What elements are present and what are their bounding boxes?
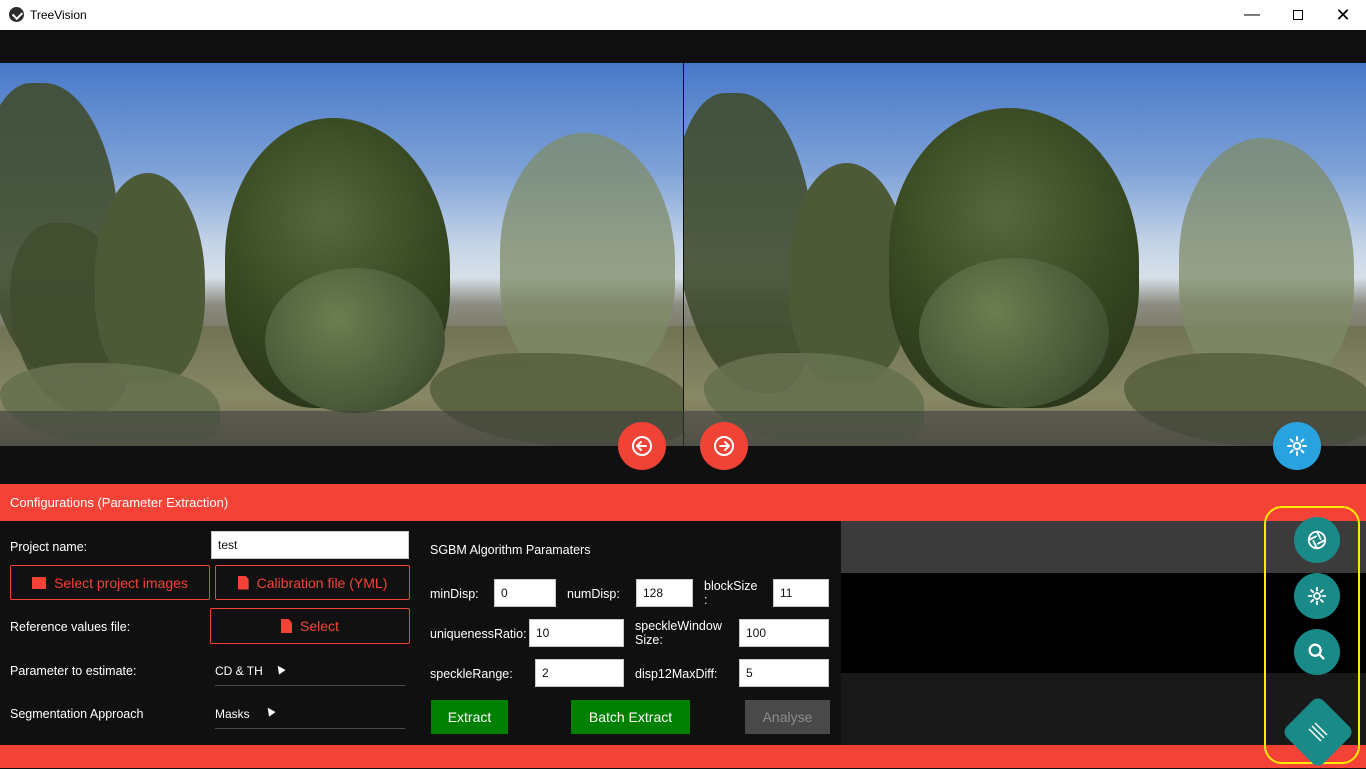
next-image-button[interactable] xyxy=(700,422,748,470)
uniqueness-ratio-input[interactable]: 10 xyxy=(529,619,624,647)
segmentation-approach-select[interactable]: Masks xyxy=(215,705,405,729)
reference-select-button[interactable]: Select xyxy=(210,608,410,644)
gear-icon xyxy=(1307,586,1327,606)
speckle-window-size-label: speckleWindow xyxy=(635,619,722,633)
search-icon xyxy=(1308,643,1325,660)
segmentation-approach-value: Masks xyxy=(215,707,250,721)
maximize-button[interactable] xyxy=(1275,0,1321,30)
window-title: TreeVision xyxy=(30,8,87,22)
viewer-settings-button[interactable] xyxy=(1273,422,1321,470)
bottom-status-bar xyxy=(0,745,1366,768)
minimize-button[interactable]: — xyxy=(1229,0,1275,30)
segmentation-approach-label: Segmentation Approach xyxy=(10,707,144,721)
parameter-estimate-select[interactable]: CD & TH xyxy=(215,663,405,686)
project-name-label: Project name: xyxy=(10,540,88,554)
previous-image-button[interactable] xyxy=(618,422,666,470)
select-project-images-label: Select project images xyxy=(54,574,188,591)
toolbar-strip xyxy=(0,30,1366,63)
close-button[interactable]: ✕ xyxy=(1320,0,1366,30)
extract-button[interactable]: Extract xyxy=(431,700,508,734)
dropdown-caret-icon xyxy=(274,663,286,675)
folder-icon xyxy=(32,576,47,589)
app-icon xyxy=(9,7,24,22)
configuration-header: Configurations (Parameter Extraction) xyxy=(0,484,1366,521)
minimize-icon: — xyxy=(1244,6,1260,23)
dropdown-caret-icon xyxy=(264,705,276,717)
reference-select-label: Select xyxy=(300,618,339,634)
speckle-window-size-label-2: Size: xyxy=(635,633,663,647)
settings-button[interactable] xyxy=(1294,573,1340,619)
sgbm-title: SGBM Algorithm Paramaters xyxy=(430,543,591,557)
calibration-file-label: Calibration file (YML) xyxy=(256,574,388,591)
reference-values-label: Reference values file: xyxy=(10,620,131,634)
arrow-left-circle-icon xyxy=(632,436,652,456)
parameter-estimate-label: Parameter to estimate: xyxy=(10,664,137,678)
file-icon xyxy=(237,575,249,590)
camera-button[interactable] xyxy=(1294,517,1340,563)
menu-lines-icon xyxy=(1308,722,1328,742)
stereo-image-viewer xyxy=(0,63,1366,483)
batch-extract-button[interactable]: Batch Extract xyxy=(571,700,690,734)
analyse-button[interactable]: Analyse xyxy=(745,700,830,734)
maximize-icon xyxy=(1293,10,1303,20)
min-disp-input[interactable]: 0 xyxy=(494,579,556,607)
speckle-window-size-input[interactable]: 100 xyxy=(739,619,829,647)
window-titlebar: TreeVision — ✕ xyxy=(0,0,1366,30)
image-nav-overlay xyxy=(0,411,1366,446)
arrow-right-circle-icon xyxy=(714,436,734,456)
camera-shutter-icon xyxy=(1307,530,1327,550)
block-size-input[interactable]: 11 xyxy=(773,579,829,607)
close-icon: ✕ xyxy=(1335,4,1351,25)
select-project-images-button[interactable]: Select project images xyxy=(10,565,210,600)
speckle-range-label: speckleRange: xyxy=(430,667,513,681)
stereo-left-photo xyxy=(0,63,683,446)
disp12-max-diff-label: disp12MaxDiff: xyxy=(635,667,718,681)
parameter-estimate-value: CD & TH xyxy=(215,664,263,678)
block-size-label-colon: : xyxy=(704,593,708,607)
settings-cog-icon xyxy=(1287,436,1307,456)
stereo-right-photo xyxy=(684,63,1366,446)
disp12-max-diff-input[interactable]: 5 xyxy=(739,659,829,687)
search-button[interactable] xyxy=(1294,629,1340,675)
project-name-input[interactable]: test xyxy=(211,531,409,559)
num-disp-label: numDisp: xyxy=(567,587,620,601)
file-icon xyxy=(281,619,293,633)
speckle-range-input[interactable]: 2 xyxy=(535,659,624,687)
num-disp-input[interactable]: 128 xyxy=(636,579,693,607)
min-disp-label: minDisp: xyxy=(430,587,479,601)
uniqueness-ratio-label: uniquenessRatio: xyxy=(430,627,527,641)
block-size-label: blockSize xyxy=(704,579,758,593)
calibration-file-button[interactable]: Calibration file (YML) xyxy=(215,565,410,600)
